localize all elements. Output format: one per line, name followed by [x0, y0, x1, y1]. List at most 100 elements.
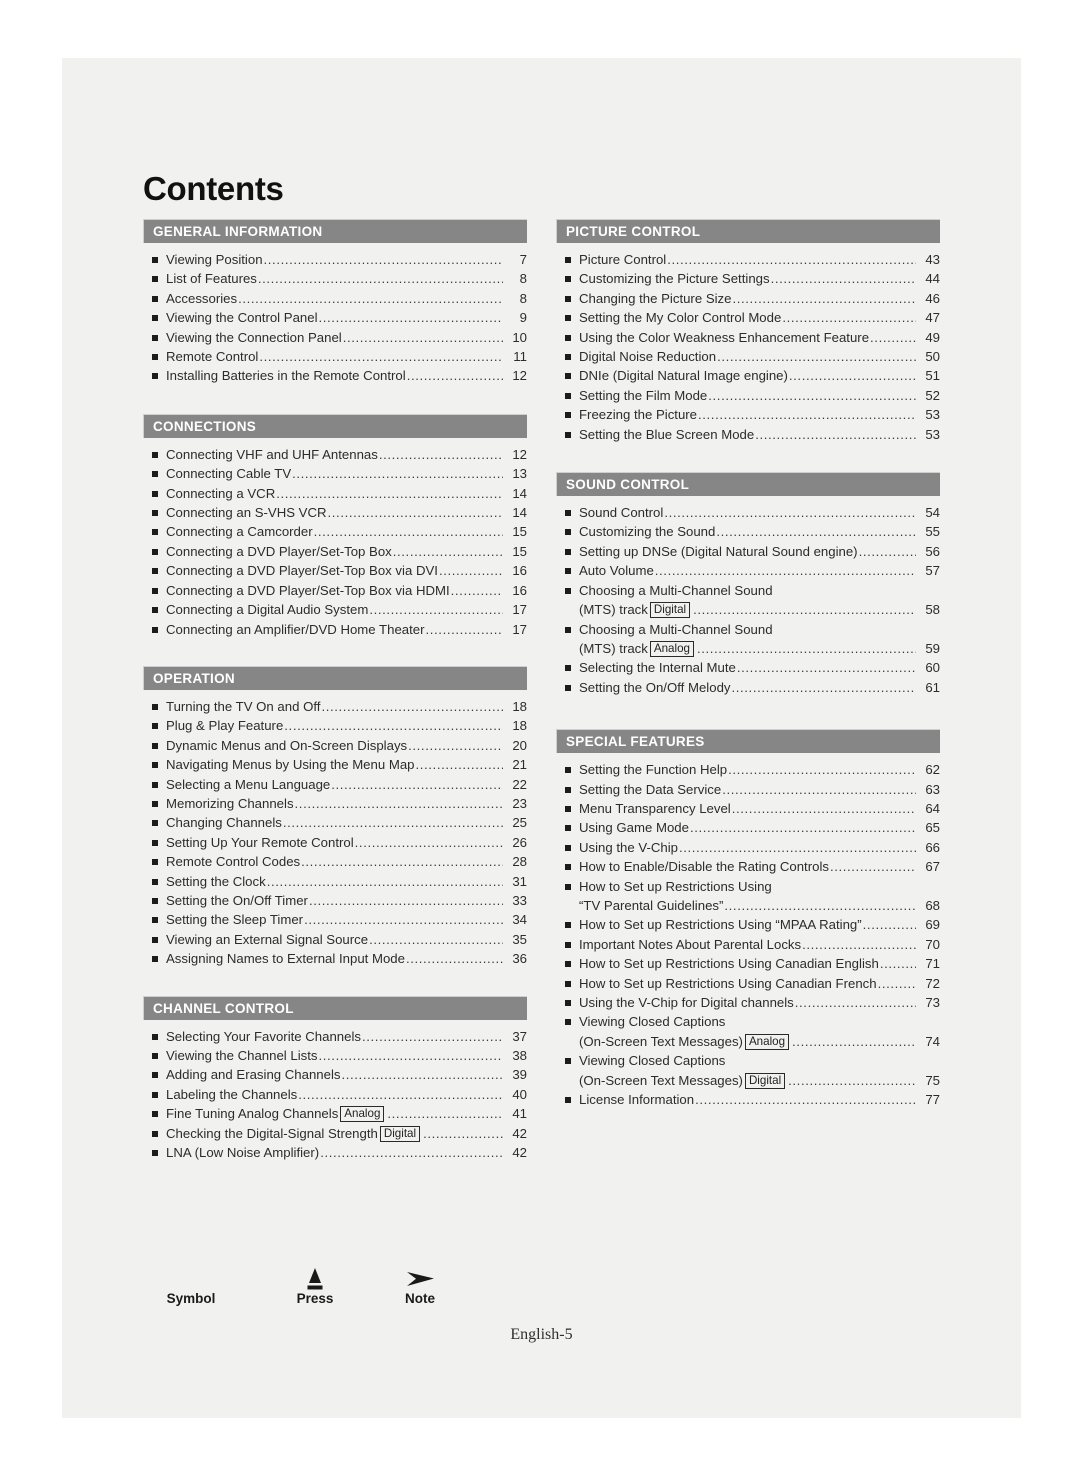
toc-entry[interactable]: Dynamic Menus and On-Screen Displays 20 [143, 736, 527, 755]
dot-leader [295, 794, 503, 813]
toc-entry[interactable]: LNA (Low Noise Amplifier) 42 [143, 1143, 527, 1162]
press-button-icon [307, 1268, 323, 1290]
toc-entry[interactable]: Selecting the Internal Mute 60 [556, 658, 940, 677]
toc-entry[interactable]: Viewing Closed Captions (On-Screen Text M… [556, 1012, 940, 1051]
toc-entry[interactable]: Viewing the Connection Panel 10 [143, 328, 527, 347]
toc-entry[interactable]: Customizing the Sound 55 [556, 522, 940, 541]
toc-entry[interactable]: Connecting an Amplifier/DVD Home Theater… [143, 620, 527, 639]
entry-text: Viewing an External Signal Source [166, 931, 369, 947]
square-bullet-icon [152, 878, 158, 885]
toc-entry[interactable]: Important Notes About Parental Locks 70 [556, 935, 940, 954]
toc-entry[interactable]: How to Set up Restrictions Using Canadia… [556, 974, 940, 993]
toc-entry[interactable]: Choosing a Multi-Channel Sound (MTS) trac… [556, 581, 940, 620]
toc-entry[interactable]: Setting the On/Off Timer 33 [143, 891, 527, 910]
toc-entry[interactable]: Using the V-Chip 66 [556, 838, 940, 857]
section-heading-bar: GENERAL INFORMATION [143, 219, 527, 243]
toc-entry[interactable]: Remote Control 11 [143, 347, 527, 366]
toc-section-channel-control: CHANNEL CONTROL Selecting Your Favorite C… [143, 995, 527, 1163]
toc-entry[interactable]: Connecting a DVD Player/Set-Top Box via … [143, 581, 527, 600]
toc-entry[interactable]: Setting the Function Help 62 [556, 760, 940, 779]
square-bullet-icon [152, 1033, 158, 1040]
entry-text: Connecting a DVD Player/Set-Top Box [166, 543, 392, 559]
toc-entry[interactable]: Changing Channels 25 [143, 813, 527, 832]
toc-entry[interactable]: Customizing the Picture Settings 44 [556, 269, 940, 288]
toc-entry[interactable]: Connecting a Digital Audio System 17 [143, 600, 527, 619]
toc-entry[interactable]: Selecting Your Favorite Channels 37 [143, 1027, 527, 1046]
dot-leader [439, 561, 503, 580]
toc-entry[interactable]: Digital Noise Reduction 50 [556, 347, 940, 366]
toc-entry[interactable]: Viewing the Control Panel 9 [143, 308, 527, 327]
dot-leader [362, 1027, 503, 1046]
square-bullet-icon [565, 1097, 571, 1104]
toc-entry[interactable]: Memorizing Channels 23 [143, 794, 527, 813]
entry-page-number: 35 [512, 931, 527, 947]
toc-entry[interactable]: Menu Transparency Level 64 [556, 799, 940, 818]
square-bullet-icon [152, 723, 158, 730]
toc-entry[interactable]: Setting the On/Off Melody 61 [556, 678, 940, 697]
entry-page-number: 9 [519, 310, 527, 326]
dot-leader [369, 600, 503, 619]
toc-entry[interactable]: Connecting a Camcorder 15 [143, 522, 527, 541]
toc-entry[interactable]: Setting up DNSe (Digital Natural Sound e… [556, 542, 940, 561]
dot-leader [732, 289, 916, 308]
toc-entry[interactable]: Accessories 8 [143, 289, 527, 308]
toc-entry[interactable]: License Information 77 [556, 1090, 940, 1109]
toc-entry[interactable]: Viewing an External Signal Source 35 [143, 930, 527, 949]
toc-entry[interactable]: Sound Control 54 [556, 503, 940, 522]
toc-entry[interactable]: Connecting a VCR 14 [143, 484, 527, 503]
toc-entry[interactable]: Viewing the Channel Lists 38 [143, 1046, 527, 1065]
toc-entry[interactable]: Setting the Blue Screen Mode 53 [556, 425, 940, 444]
toc-entry[interactable]: Setting the Film Mode 52 [556, 386, 940, 405]
toc-entry[interactable]: Connecting an S-VHS VCR 14 [143, 503, 527, 522]
toc-entry[interactable]: Selecting a Menu Language 22 [143, 775, 527, 794]
toc-entry[interactable]: Turning the TV On and Off 18 [143, 697, 527, 716]
toc-entry[interactable]: DNIe (Digital Natural Image engine) 51 [556, 366, 940, 385]
toc-entry[interactable]: Viewing Closed Captions (On-Screen Text M… [556, 1051, 940, 1090]
section-heading-label: GENERAL INFORMATION [153, 224, 323, 239]
entry-text: Important Notes About Parental Locks [579, 936, 802, 952]
toc-entry[interactable]: Connecting Cable TV 13 [143, 464, 527, 483]
toc-entry[interactable]: Connecting a DVD Player/Set-Top Box via … [143, 561, 527, 580]
toc-entry[interactable]: Plug & Play Feature 18 [143, 716, 527, 735]
toc-entry[interactable]: Using Game Mode 65 [556, 818, 940, 837]
toc-entry[interactable]: Connecting a DVD Player/Set-Top Box 15 [143, 542, 527, 561]
toc-entry[interactable]: Setting the My Color Control Mode 47 [556, 308, 940, 327]
toc-entry[interactable]: Assigning Names to External Input Mode 36 [143, 949, 527, 968]
toc-entry[interactable]: Picture Control 43 [556, 250, 940, 269]
entry-page-number: 56 [925, 543, 940, 559]
toc-entry[interactable]: Using the Color Weakness Enhancement Fea… [556, 328, 940, 347]
dot-leader [737, 658, 916, 677]
toc-entry[interactable]: How to Set up Restrictions Using “MPAA R… [556, 915, 940, 934]
toc-entry[interactable]: Changing the Picture Size 46 [556, 289, 940, 308]
toc-entry[interactable]: Remote Control Codes 28 [143, 852, 527, 871]
toc-entry[interactable]: Setting the Data Service 63 [556, 780, 940, 799]
toc-entry[interactable]: Labeling the Channels 40 [143, 1085, 527, 1104]
toc-entry[interactable]: Using the V-Chip for Digital channels 73 [556, 993, 940, 1012]
toc-entry[interactable]: How to Set up Restrictions Using Canadia… [556, 954, 940, 973]
toc-entry[interactable]: Adding and Erasing Channels 39 [143, 1065, 527, 1084]
toc-entry[interactable]: Choosing a Multi-Channel Sound (MTS) trac… [556, 620, 940, 659]
entry-text: Setting the Data Service [579, 781, 722, 797]
toc-entry[interactable]: How to Set up Restrictions Using “TV Pare… [556, 877, 940, 916]
toc-entry[interactable]: Freezing the Picture 53 [556, 405, 940, 424]
toc-entry[interactable]: Viewing Position 7 [143, 250, 527, 269]
toc-entry[interactable]: List of Features 8 [143, 269, 527, 288]
toc-entry[interactable]: Installing Batteries in the Remote Contr… [143, 366, 527, 385]
square-bullet-icon [152, 703, 158, 710]
dot-leader [259, 347, 503, 366]
square-bullet-icon [152, 1150, 158, 1157]
toc-entry[interactable]: Setting the Clock 31 [143, 872, 527, 891]
toc-entry[interactable]: Setting Up Your Remote Control 26 [143, 833, 527, 852]
toc-entry[interactable]: Auto Volume 57 [556, 561, 940, 580]
entry-text: Remote Control Codes [166, 854, 301, 870]
dot-leader [393, 542, 503, 561]
entry-text: Menu Transparency Level [579, 800, 731, 816]
entry-page-number: 55 [925, 524, 940, 540]
toc-entry[interactable]: How to Enable/Disable the Rating Control… [556, 857, 940, 876]
toc-entry[interactable]: Fine Tuning Analog ChannelsAnalog 41 [143, 1104, 527, 1123]
toc-entry[interactable]: Connecting VHF and UHF Antennas 12 [143, 445, 527, 464]
entry-text: Setting the My Color Control Mode [579, 310, 782, 326]
toc-entry[interactable]: Checking the Digital-Signal Strength Digi… [143, 1124, 527, 1143]
toc-entry[interactable]: Setting the Sleep Timer 34 [143, 910, 527, 929]
toc-entry[interactable]: Navigating Menus by Using the Menu Map 21 [143, 755, 527, 774]
